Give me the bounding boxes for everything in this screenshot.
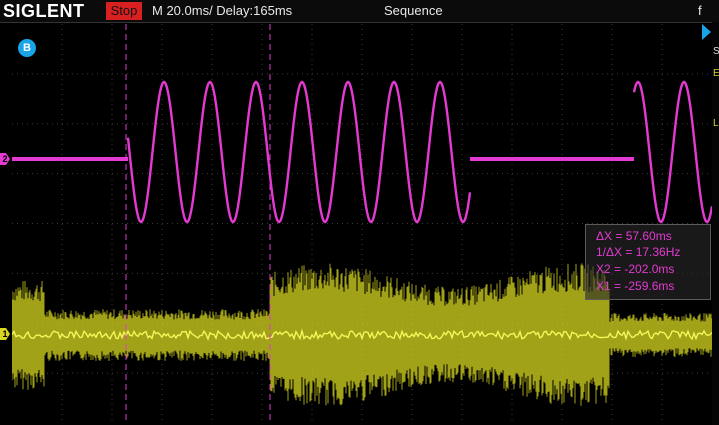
acquisition-mode-label[interactable]: Sequence [384, 2, 443, 20]
channel-1-marker[interactable]: 1 [0, 328, 10, 340]
cursor-x2: X2 = -202.0ms [596, 262, 675, 276]
timebase-readout[interactable]: M 20.0ms/ Delay:165ms [152, 2, 292, 20]
trigger-position-icon[interactable] [702, 24, 711, 40]
cursor-measurement-panel[interactable]: ΔX = 57.60ms 1/ΔX = 17.36Hz X2 = -202.0m… [585, 224, 711, 300]
panel-edge-mark: E [713, 68, 719, 79]
right-side-panel: S E L [712, 22, 719, 425]
panel-edge-mark: L [713, 118, 719, 129]
cursor-x1: X1 = -259.6ms [596, 279, 675, 293]
cursor-inverse-delta-x: 1/ΔX = 17.36Hz [596, 245, 681, 259]
panel-edge-mark: S [713, 46, 719, 57]
run-status-badge[interactable]: Stop [106, 2, 142, 20]
cursor-delta-x: ΔX = 57.60ms [596, 229, 672, 243]
top-status-bar: SIGLENT Stop M 20.0ms/ Delay:165ms Seque… [0, 0, 719, 23]
brand-logo: SIGLENT [3, 1, 85, 21]
channel-2-sine-burst [632, 80, 712, 224]
channel-2-marker[interactable]: 2 [0, 153, 10, 165]
b-badge-icon: B [18, 39, 36, 57]
channel-2-sine-burst [126, 80, 472, 224]
channel-2-trace [12, 80, 712, 224]
function-menu-icon[interactable]: f [698, 2, 702, 20]
